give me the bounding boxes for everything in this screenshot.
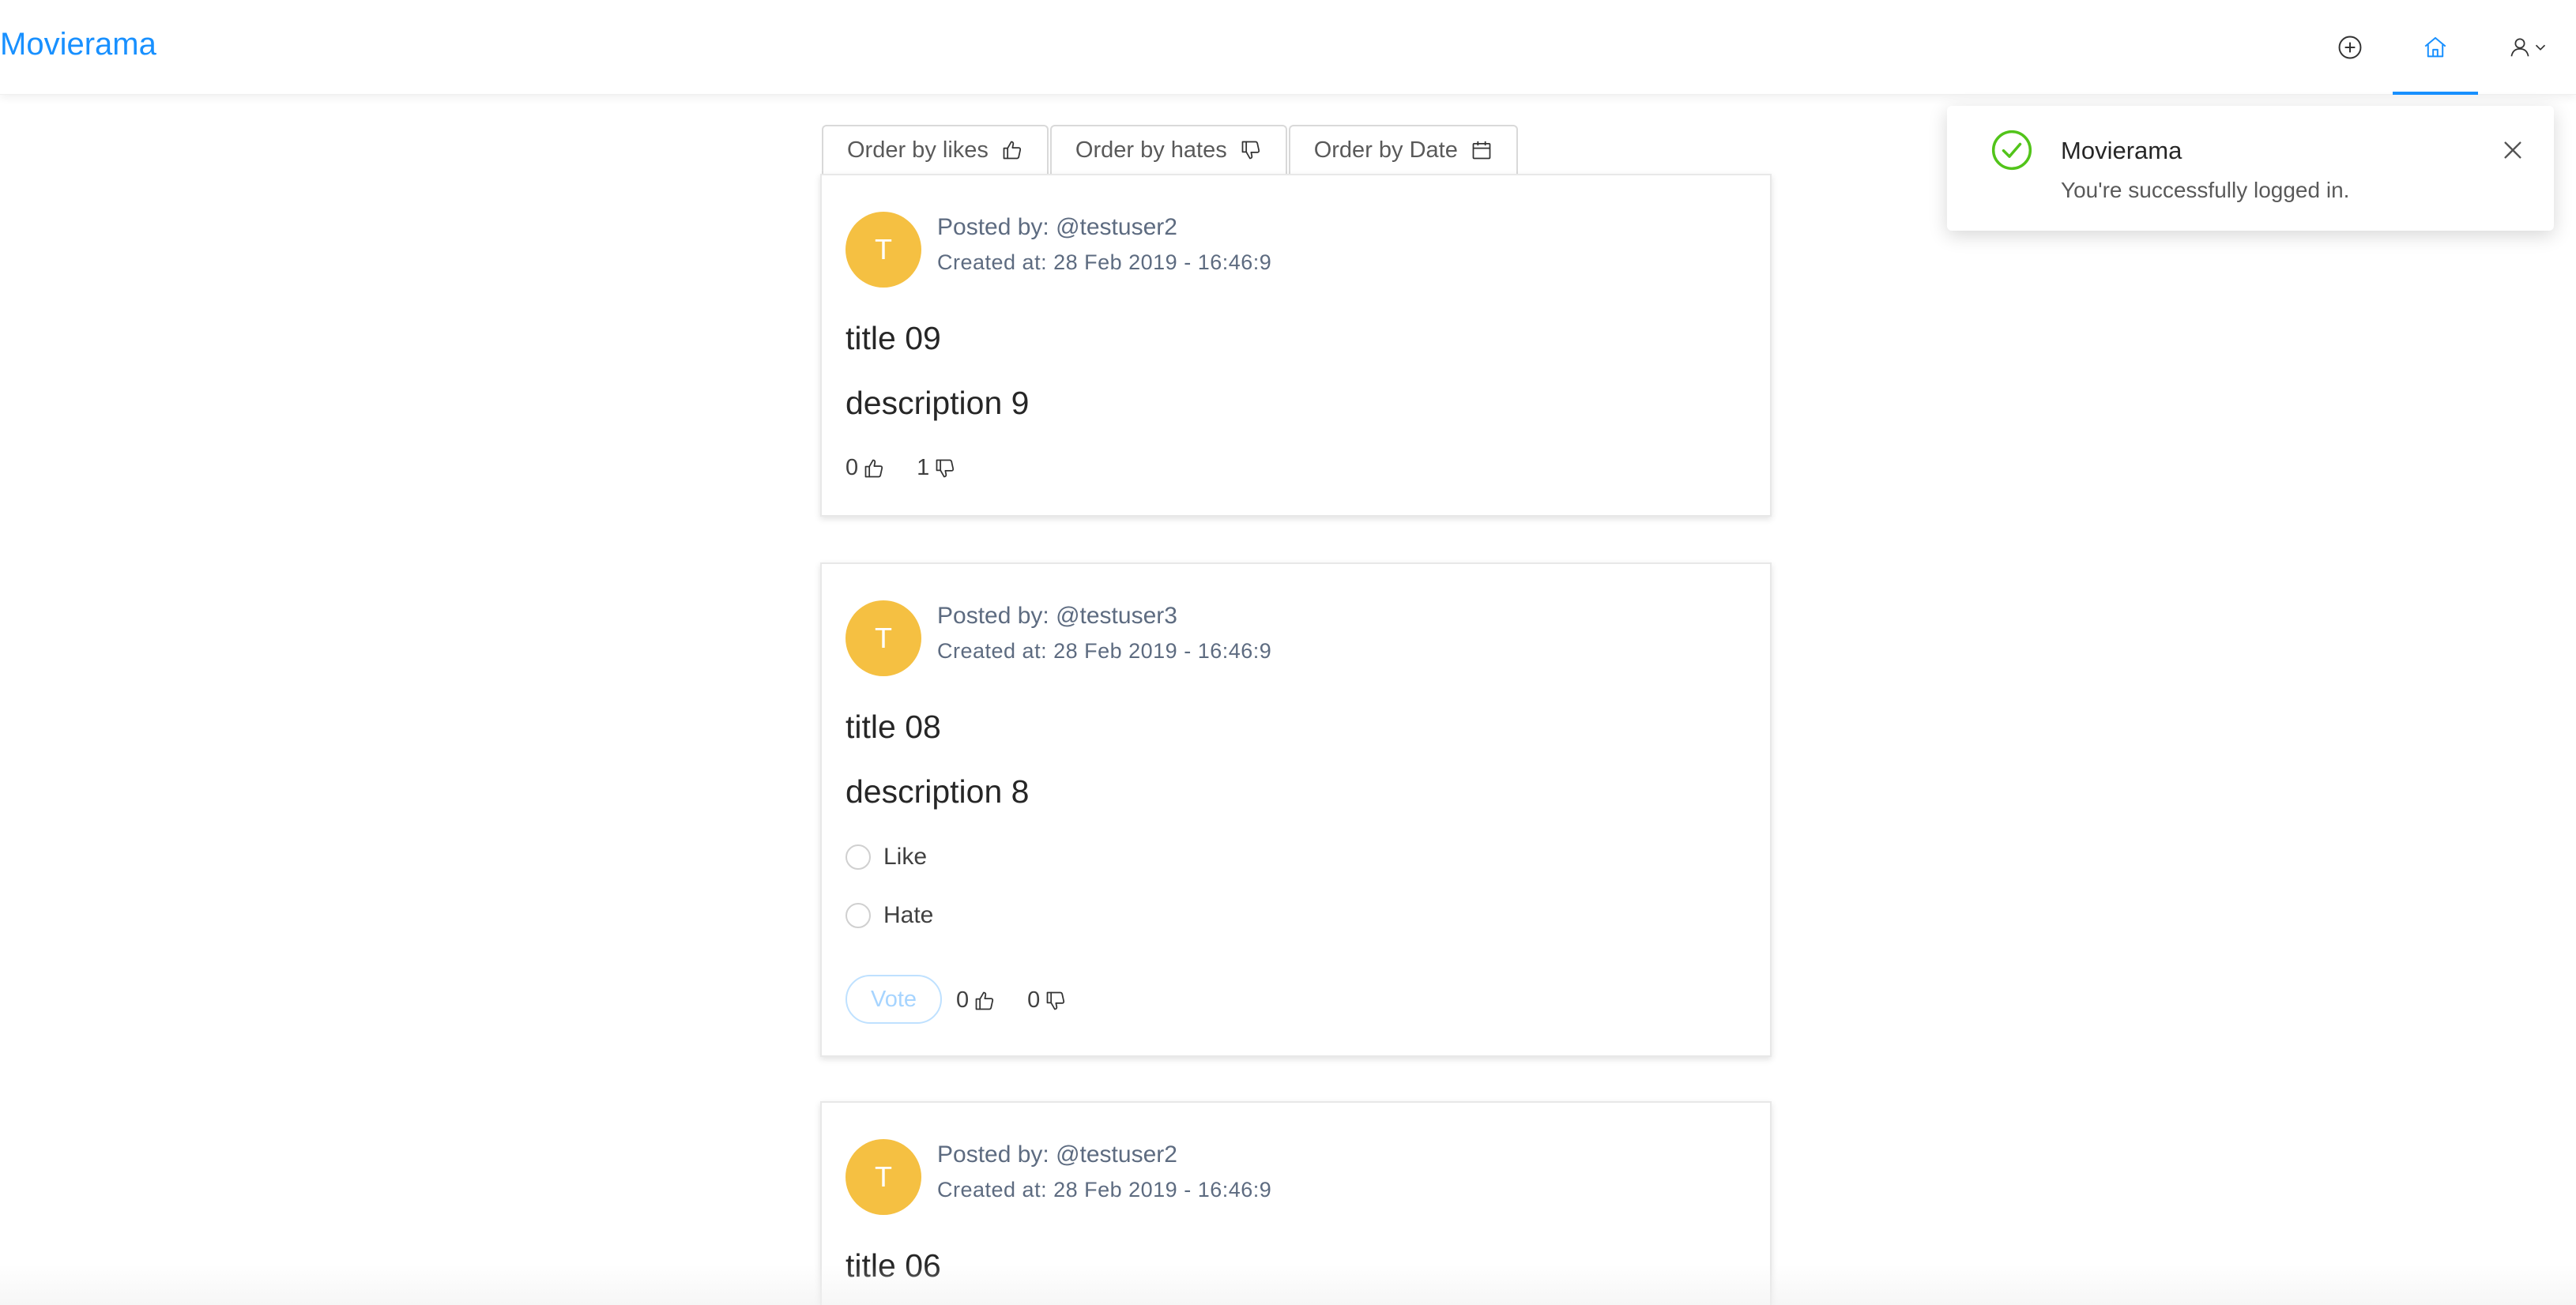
- hates-count-value: 1: [917, 455, 930, 480]
- vote-option-hate[interactable]: Hate: [845, 902, 933, 929]
- vote-button[interactable]: Vote: [845, 975, 943, 1024]
- avatar: T: [845, 212, 921, 288]
- movie-description: description 9: [845, 385, 1030, 421]
- created-at: Created at: 28 Feb 2019 - 16:46:9: [937, 1178, 1272, 1202]
- close-icon[interactable]: [2500, 137, 2525, 163]
- likes-count: 0: [845, 455, 885, 481]
- vote-counts: 0 1: [845, 455, 956, 481]
- avatar: T: [845, 1139, 921, 1215]
- movie-card: T Posted by: @testuser3 Created at: 28 F…: [820, 562, 1772, 1057]
- bottom-shadow: [0, 1264, 2576, 1305]
- likes-count-value: 0: [956, 987, 970, 1013]
- dislike-icon: [1241, 141, 1260, 160]
- movie-title: title 08: [845, 709, 941, 745]
- posted-by[interactable]: Posted by: @testuser2: [937, 212, 1177, 243]
- movie-title: title 09: [845, 320, 941, 356]
- hates-count: 0: [1027, 987, 1067, 1014]
- order-bar: Order by likes Order by hates Order by D…: [822, 125, 1518, 174]
- vote-option-label: Like: [883, 844, 928, 870]
- order-by-date-button[interactable]: Order by Date: [1288, 125, 1518, 174]
- like-icon: [1003, 141, 1021, 160]
- created-at: Created at: 28 Feb 2019 - 16:46:9: [937, 250, 1272, 274]
- vote-option-like[interactable]: Like: [845, 844, 927, 871]
- dislike-icon: [936, 459, 955, 477]
- home-icon: [2424, 36, 2446, 58]
- vote-counts: 0 0: [956, 987, 1067, 1014]
- order-by-likes-button[interactable]: Order by likes: [822, 125, 1049, 174]
- notification-message: You're successfully logged in.: [2061, 178, 2350, 202]
- calendar-icon: [1472, 141, 1491, 160]
- dislike-icon: [1046, 991, 1065, 1010]
- hates-count-value: 0: [1027, 987, 1041, 1013]
- add-movie-button[interactable]: [2328, 25, 2372, 70]
- top-header: Movierama: [0, 0, 2576, 95]
- like-radio[interactable]: [845, 844, 871, 870]
- movie-card: T Posted by: @testuser2 Created at: 28 F…: [820, 174, 1772, 517]
- vote-option-label: Hate: [883, 902, 934, 928]
- order-by-hates-label: Order by hates: [1075, 137, 1227, 163]
- chevron-down-icon: [2535, 44, 2546, 51]
- hates-count: 1: [917, 455, 956, 481]
- likes-count-value: 0: [845, 455, 859, 480]
- notification-title: Movierama: [2061, 137, 2182, 164]
- user-menu-button[interactable]: [2497, 25, 2560, 70]
- like-icon: [975, 991, 994, 1010]
- order-by-likes-label: Order by likes: [847, 137, 989, 163]
- order-by-date-label: Order by Date: [1313, 137, 1458, 163]
- add-circle-icon: [2338, 36, 2362, 59]
- order-by-hates-button[interactable]: Order by hates: [1049, 125, 1287, 174]
- check-circle-icon: [1991, 130, 2032, 171]
- home-button[interactable]: [2413, 25, 2457, 70]
- avatar: T: [845, 600, 921, 676]
- home-active-indicator: [2393, 92, 2478, 95]
- user-icon: [2510, 38, 2529, 57]
- login-notification: Movierama You're successfully logged in.: [1947, 106, 2554, 231]
- brand-logo[interactable]: Movierama: [0, 22, 156, 66]
- like-icon: [864, 459, 883, 477]
- likes-count: 0: [956, 987, 996, 1014]
- posted-by[interactable]: Posted by: @testuser2: [937, 1139, 1177, 1171]
- posted-by[interactable]: Posted by: @testuser3: [937, 600, 1177, 632]
- created-at: Created at: 28 Feb 2019 - 16:46:9: [937, 639, 1272, 663]
- hate-radio[interactable]: [845, 903, 871, 928]
- movie-description: description 8: [845, 773, 1030, 810]
